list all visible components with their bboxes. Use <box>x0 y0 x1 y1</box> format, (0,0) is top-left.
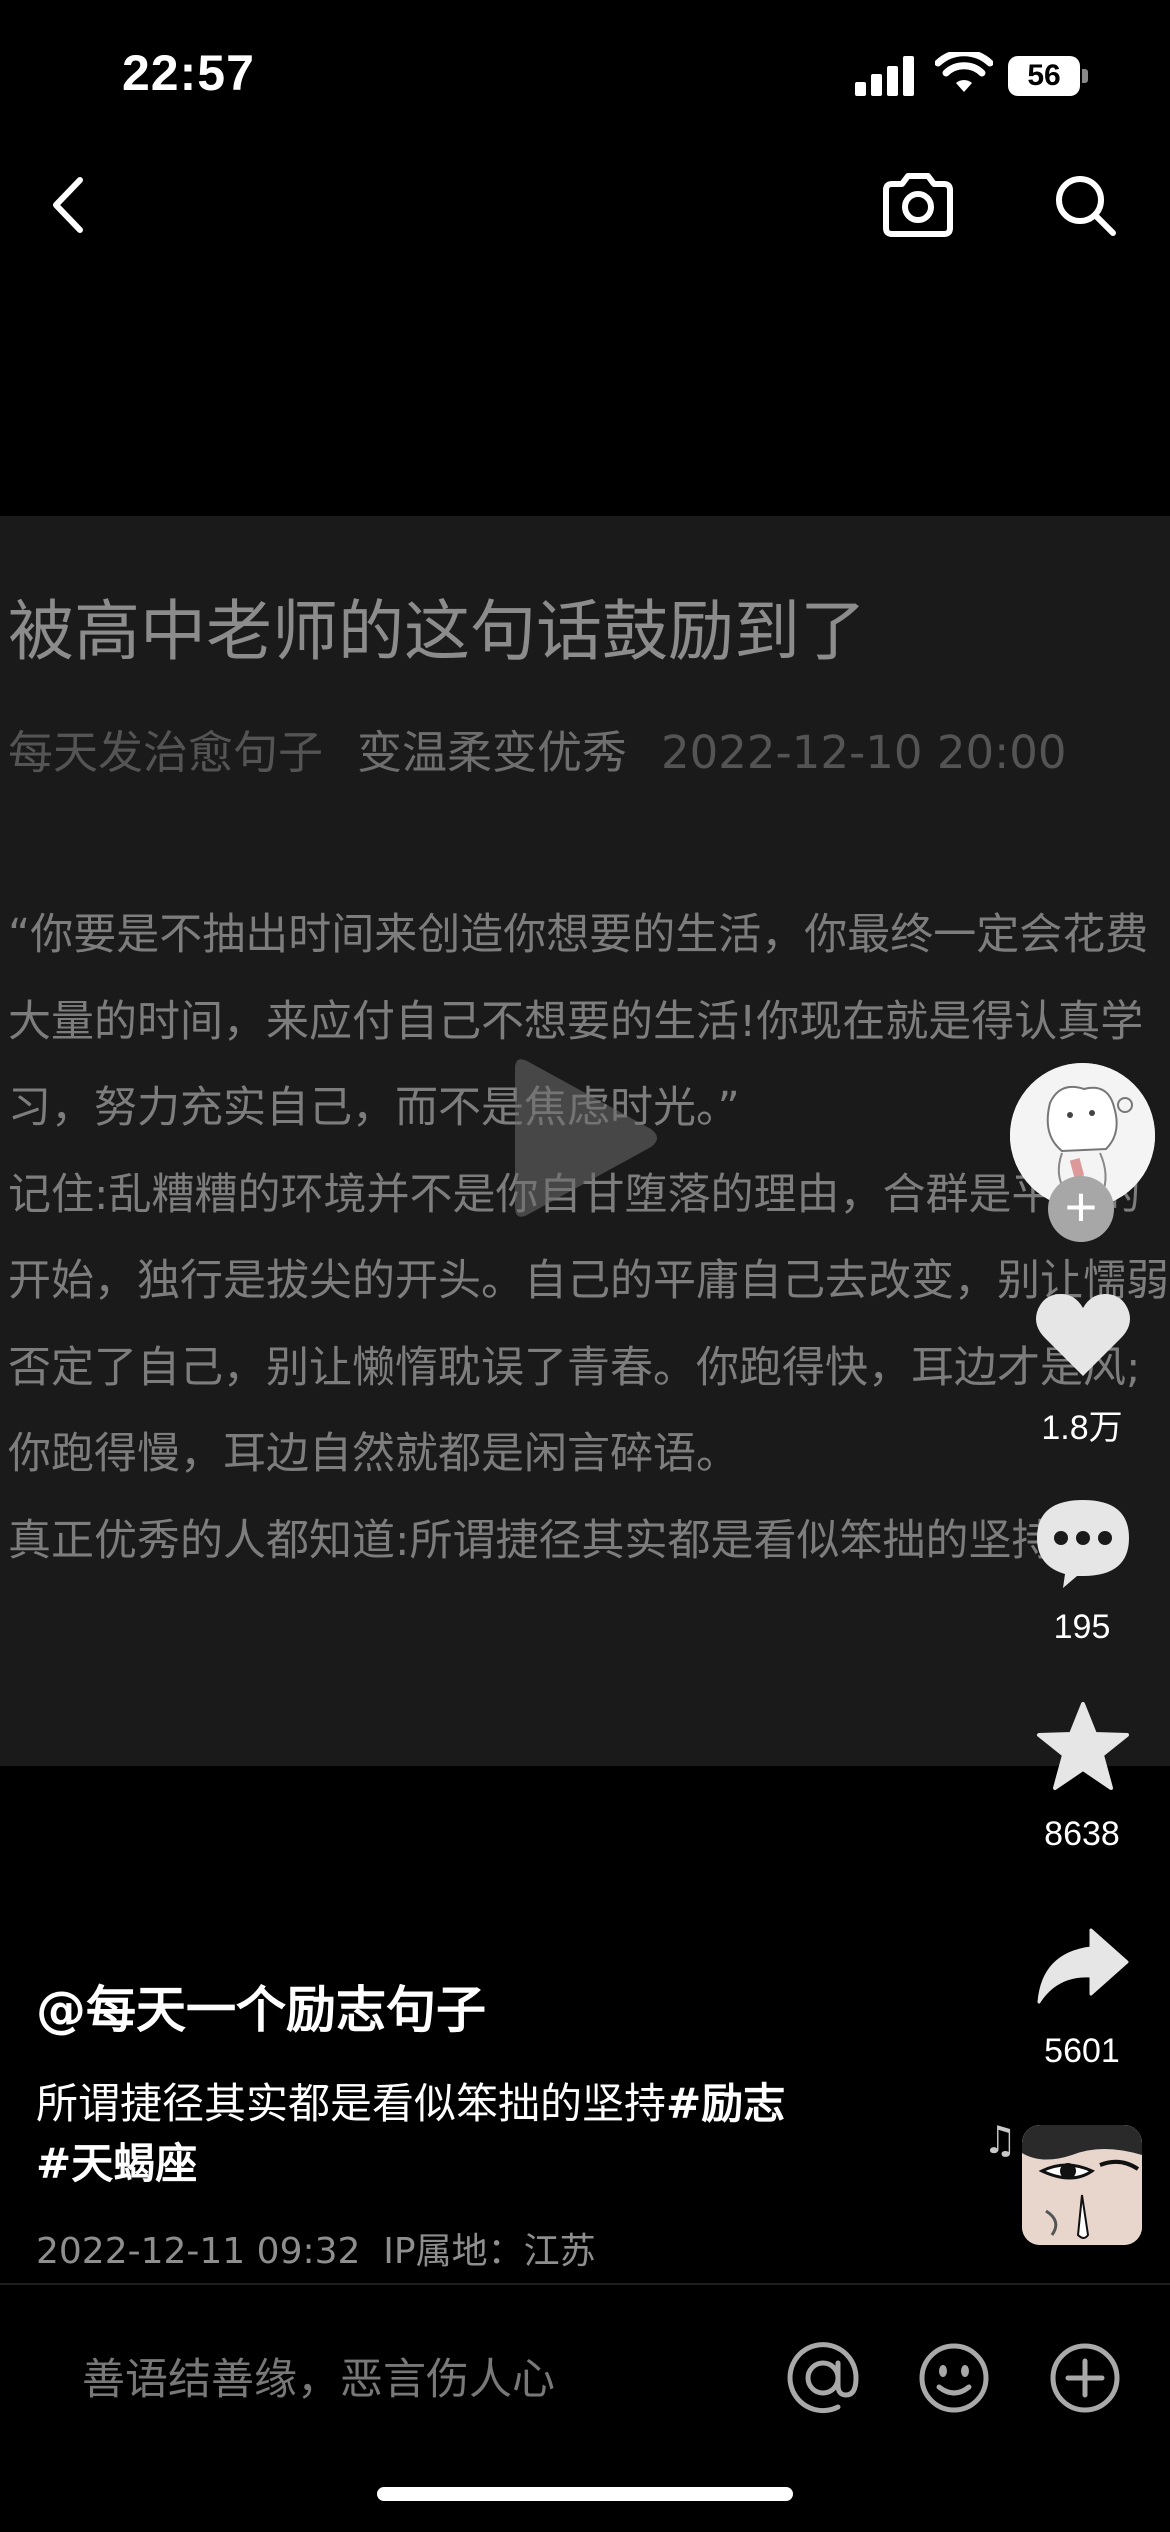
comment-bubble-icon[interactable] <box>1033 1496 1133 1590</box>
play-icon[interactable] <box>505 1043 665 1233</box>
share-arrow-icon[interactable] <box>1035 1926 1131 2006</box>
article-tag: 变温柔变优秀 <box>357 726 628 779</box>
favorite-count: 8638 <box>1044 1815 1120 1853</box>
ip-location: IP属地：江苏 <box>383 2231 596 2272</box>
follow-plus-button[interactable]: + <box>1048 1176 1114 1242</box>
back-chevron-icon[interactable] <box>44 174 94 236</box>
status-time: 22:57 <box>122 45 255 101</box>
comment-bar: 善语结善缘，恶言伤人心 <box>0 2285 1170 2465</box>
battery-level: 56 <box>1008 56 1080 96</box>
post-time: 2022-12-11 09:32 <box>36 2231 361 2272</box>
article-paragraph: 真正优秀的人都知道:所谓捷径其实都是看似笨拙的坚持。 <box>8 1515 1098 1566</box>
battery-indicator: 56 <box>1008 56 1088 96</box>
article-body: “你要是不抽出时间来创造你想要的生活，你最终一定会花费大量的时间，来应付自己不想… <box>8 892 1170 1584</box>
hashtag-link[interactable]: #励志 <box>666 2079 785 2128</box>
star-icon[interactable] <box>1035 1700 1131 1792</box>
article-meta: 每天发治愈句子 变温柔变优秀 2022-12-10 20:00 <box>8 716 1067 781</box>
article-date: 2022-12-10 20:00 <box>661 726 1067 779</box>
music-note-icon: ♫ <box>983 2118 1018 2162</box>
comment-input[interactable]: 善语结善缘，恶言伤人心 <box>82 2345 555 2407</box>
cellular-signal-icon <box>855 56 915 96</box>
at-icon[interactable] <box>786 2341 860 2415</box>
caption-body: 所谓捷径其实都是看似笨拙的坚持 <box>36 2079 667 2128</box>
comment-count: 195 <box>1053 1608 1111 1646</box>
hashtag-link[interactable]: #天蝎座 <box>36 2139 197 2188</box>
video-caption: @每天一个励志句子 所谓捷径其实都是看似笨拙的坚持#励志 #天蝎座 2022-1… <box>36 1970 956 2274</box>
heart-icon[interactable] <box>1033 1290 1133 1380</box>
battery-nub <box>1082 69 1088 83</box>
post-meta: 2022-12-11 09:32 IP属地：江苏 <box>36 2222 956 2274</box>
camera-icon[interactable] <box>880 170 956 240</box>
plus-circle-icon[interactable] <box>1048 2341 1122 2415</box>
caption-text: 所谓捷径其实都是看似笨拙的坚持#励志 #天蝎座 <box>36 2074 916 2194</box>
home-indicator <box>377 2487 793 2501</box>
status-bar: 22:57 56 <box>0 0 1170 150</box>
emoji-icon[interactable] <box>917 2341 991 2415</box>
music-cover-art <box>1022 2125 1142 2245</box>
top-navigation <box>0 150 1170 260</box>
creator-username[interactable]: @每天一个励志句子 <box>36 1970 956 2042</box>
search-icon[interactable] <box>1050 170 1120 240</box>
share-count: 5601 <box>1044 2032 1120 2070</box>
music-cover[interactable] <box>1022 2125 1142 2245</box>
article-title: 被高中老师的这句话鼓励到了 <box>8 593 866 670</box>
like-count: 1.8万 <box>1041 1409 1123 1447</box>
article-author: 每天发治愈句子 <box>8 726 324 779</box>
wifi-icon <box>935 52 993 92</box>
